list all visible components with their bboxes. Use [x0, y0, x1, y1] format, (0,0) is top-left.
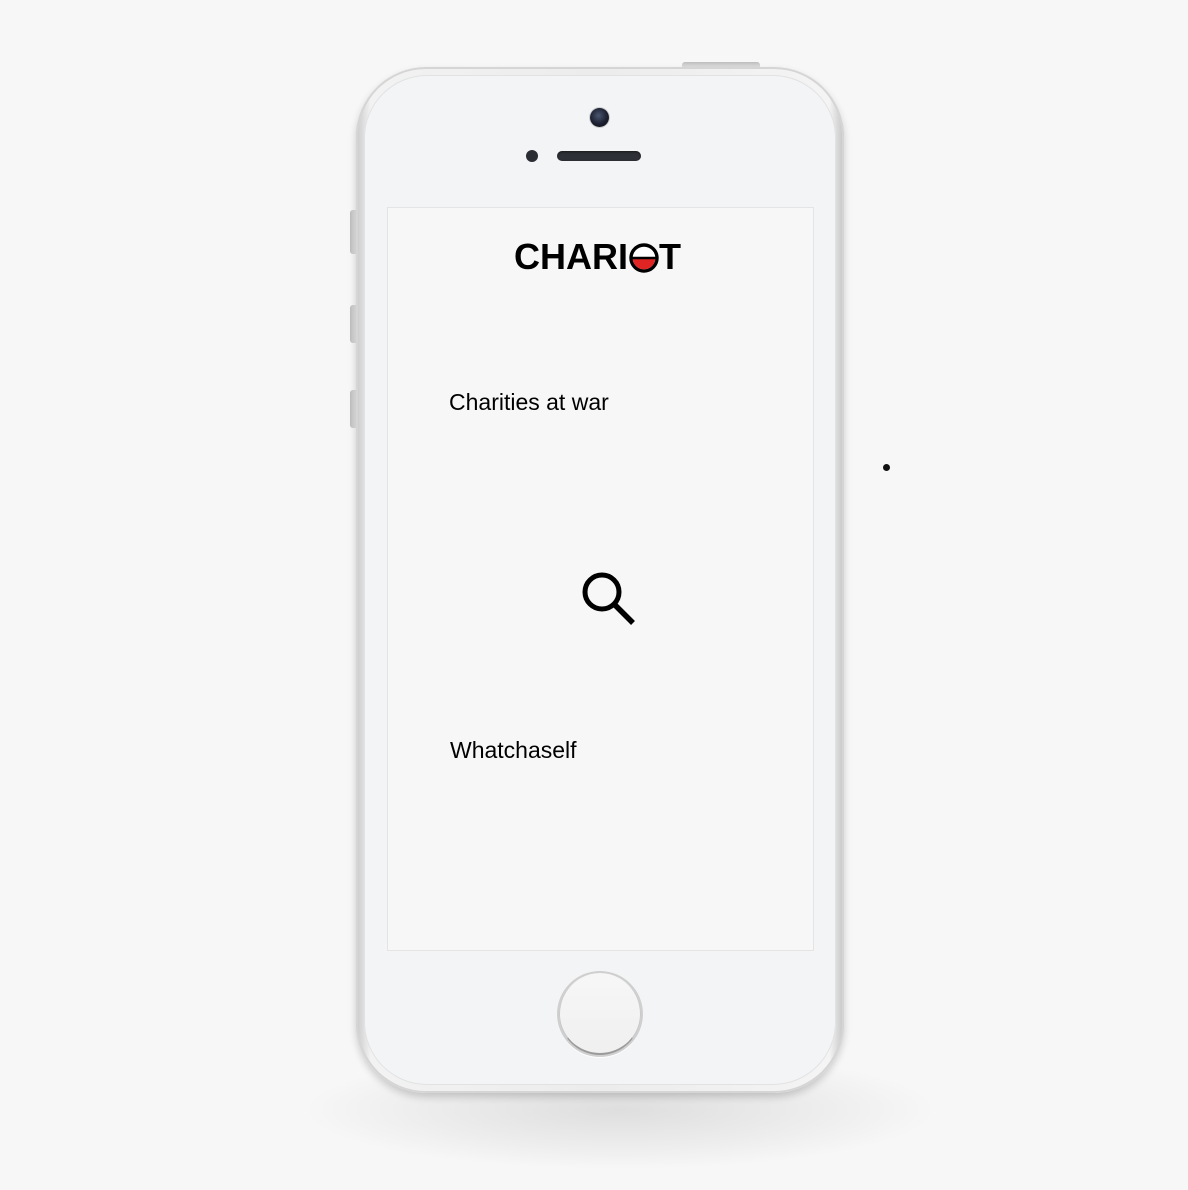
earpiece-speaker	[557, 151, 641, 161]
search-icon[interactable]	[580, 570, 638, 628]
logo-text-suffix: T	[659, 236, 681, 277]
logo-o-icon	[629, 243, 659, 273]
logo-text-prefix: CHARI	[514, 236, 628, 277]
app-screen: CHARI T Charities at war Whatchaself	[387, 207, 814, 951]
chariot-logo: CHARI T	[514, 236, 681, 278]
stray-dot	[883, 464, 890, 471]
mockup-stage: CHARI T Charities at war Whatchaself	[0, 0, 1188, 1190]
menu-item-charities-at-war[interactable]: Charities at war	[449, 389, 609, 416]
menu-item-whatchaself[interactable]: Whatchaself	[450, 737, 577, 764]
proximity-sensor	[526, 150, 538, 162]
home-button[interactable]	[557, 971, 643, 1057]
front-camera	[590, 108, 609, 127]
